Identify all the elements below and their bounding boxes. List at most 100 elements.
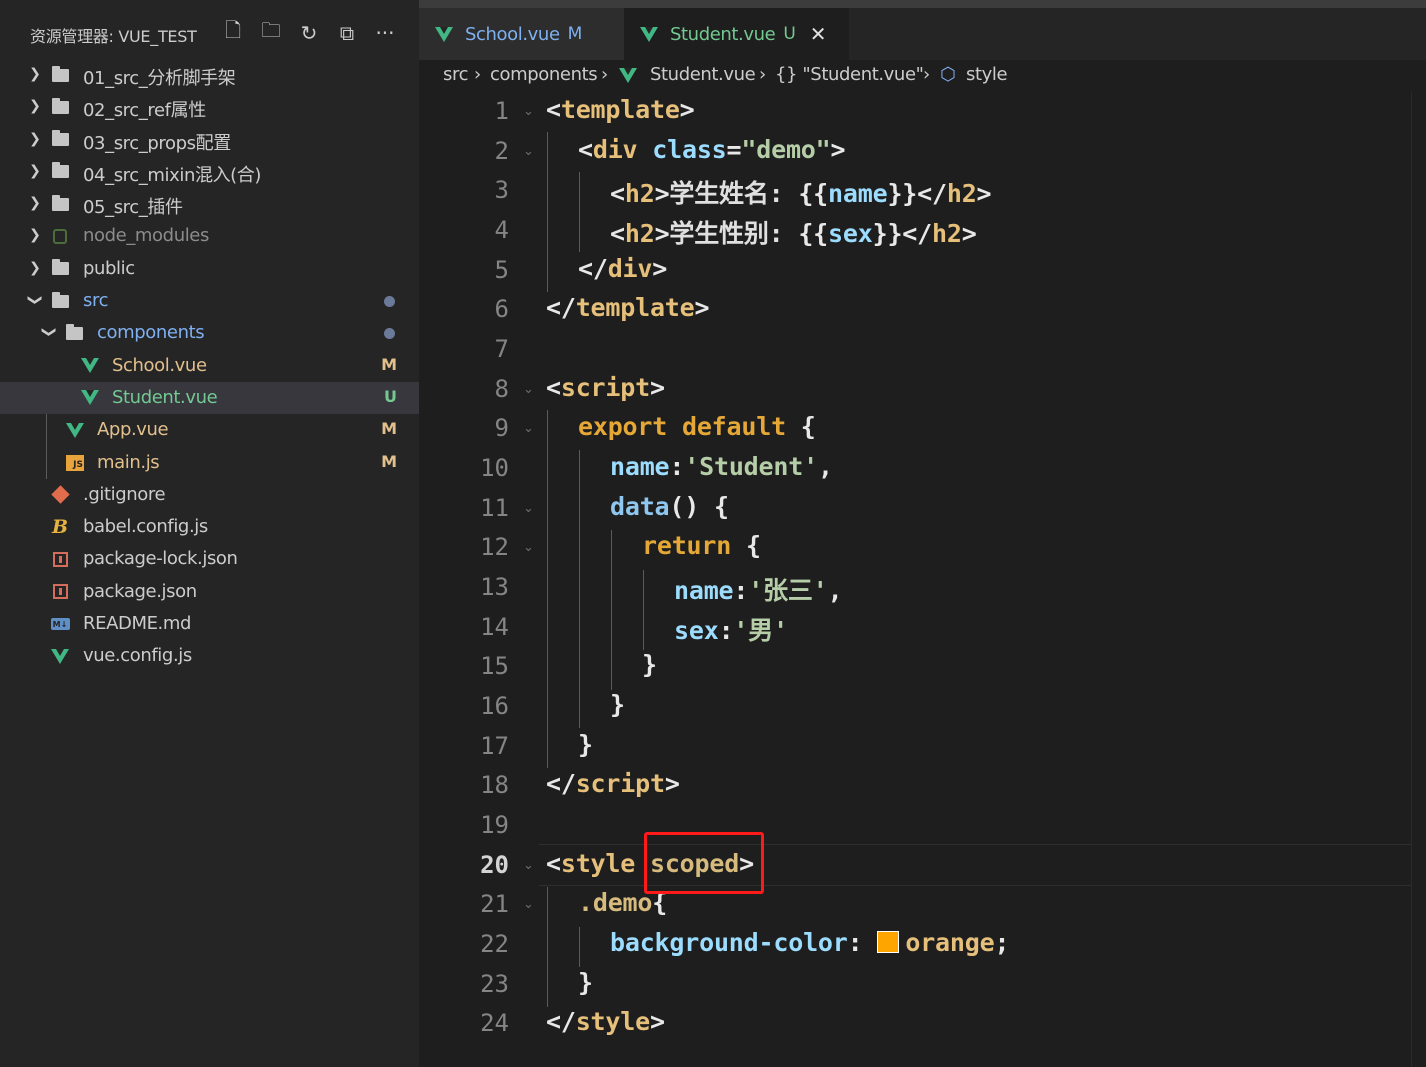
breadcrumb-style[interactable]: style [966,64,1008,85]
fold-chevron-icon[interactable]: ⌄ [523,501,534,516]
tree-item-public[interactable]: ❯ public [0,253,419,285]
code-line-16: } [610,690,625,719]
tab-student-vue[interactable]: Student.vue U ✕ [624,8,849,60]
code-token: </ [578,254,608,283]
tree-item-label: README.md [83,613,192,635]
chevron-right-icon[interactable]: ❯ [27,161,43,181]
fold-chevron-icon[interactable]: ⌄ [523,421,534,436]
code-line-18: </script> [546,769,680,798]
fold-chevron-icon[interactable]: ⌄ [523,382,534,397]
code-token: </ [546,293,576,322]
new-file-icon[interactable]: 🗋 [220,18,246,46]
refresh-icon[interactable]: ↻ [296,20,322,46]
npm-icon [50,549,70,569]
tab-label: Student.vue [670,23,776,45]
code-token: .demo [578,888,653,917]
code-token: return [642,531,732,560]
tree-item-school-vue[interactable]: School.vue M [0,350,419,382]
indent-guide [547,132,548,292]
code-token: background-color [610,928,848,957]
tree-item-main-js[interactable]: JS main.js M [0,447,419,479]
code-token: {{ [798,179,829,208]
chevron-down-icon[interactable]: ❯ [39,324,59,340]
chevron-right-icon: › [759,64,766,85]
chevron-right-icon[interactable]: ❯ [27,258,43,278]
folder-icon [50,162,70,182]
tree-item-src[interactable]: ❯ src [0,285,419,317]
code-token: 学生性别: [669,219,799,248]
tree-item-app-vue[interactable]: App.vue M [0,414,419,446]
code-editor[interactable]: 1 2 3 4 5 6 7 8 9 10 11 12 13 14 15 16 1… [419,92,1426,1067]
tree-item-label: components [97,322,205,344]
tree-item-node-modules[interactable]: ❯ node_modules [0,220,419,252]
explorer-sidebar: 资源管理器: VUE_TEST 🗋 🗀 ↻ ⧉ ··· ❯ 01_src_分析脚… [0,0,419,1067]
tab-school-vue[interactable]: School.vue M [419,8,624,60]
code-token: style [560,849,636,878]
tree-item-readme[interactable]: M↓ README.md [0,608,419,640]
code-token: , [817,452,833,481]
chevron-down-icon[interactable]: ❯ [25,292,45,308]
tree-item-03-src[interactable]: ❯ 03_src_props配置 [0,124,419,156]
editor-scrollbar[interactable] [1411,92,1426,1067]
close-icon[interactable]: ✕ [810,22,827,46]
tree-item-label: node_modules [83,225,209,247]
vue-file-icon [80,356,100,376]
new-folder-icon[interactable]: 🗀 [258,18,284,46]
line-number: 10 [480,454,509,482]
tree-item-label: 03_src_props配置 [83,132,231,154]
tree-item-label: School.vue [112,354,207,376]
line-number: 6 [494,295,509,323]
code-line-17: } [578,730,593,759]
tree-item-02-src[interactable]: ❯ 02_src_ref属性 [0,91,419,123]
code-token: name [674,576,734,605]
tree-item-babel-config[interactable]: B babel.config.js [0,511,419,543]
chevron-right-icon[interactable]: ❯ [27,96,43,116]
fold-chevron-icon[interactable]: ⌄ [523,540,534,555]
fold-chevron-icon[interactable]: ⌄ [523,144,534,159]
tree-item-package-lock[interactable]: package-lock.json [0,543,419,575]
color-swatch-icon[interactable] [877,931,900,953]
tab-badge: M [567,24,583,44]
breadcrumb-components[interactable]: components [490,64,598,85]
tree-item-01-src[interactable]: ❯ 01_src_分析脚手架 [0,59,419,91]
more-actions-icon[interactable]: ··· [372,20,398,46]
chevron-right-icon[interactable]: ❯ [27,193,43,213]
line-number: 17 [480,732,509,760]
chevron-right-icon[interactable]: ❯ [27,64,43,84]
tree-item-label: 05_src_插件 [83,197,183,219]
line-number: 2 [494,137,509,165]
tree-item-components[interactable]: ❯ components [0,317,419,349]
breadcrumb-src[interactable]: src [443,64,468,85]
code-line-3: <h2>学生姓名: {{name}}</h2> [610,174,992,210]
code-token: : [718,616,734,645]
fold-chevron-icon[interactable]: ⌄ [523,897,534,912]
tree-item-04-src[interactable]: ❯ 04_src_mixin混入(合) [0,156,419,188]
chevron-right-icon[interactable]: ❯ [27,129,43,149]
chevron-right-icon[interactable]: ❯ [27,225,43,245]
vue-file-icon [640,26,658,42]
indent-guide [643,570,644,650]
code-line-9: export default { [578,412,816,441]
tree-item-package-json[interactable]: package.json [0,576,419,608]
indent-guide [579,927,580,967]
collapse-all-icon[interactable]: ⧉ [334,20,360,46]
js-file-icon: JS [65,453,85,473]
code-line-23: } [578,968,593,997]
line-number: 3 [494,176,509,204]
fold-chevron-icon[interactable]: ⌄ [523,104,534,119]
tree-item-gitignore[interactable]: .gitignore [0,479,419,511]
tree-item-vue-config[interactable]: vue.config.js [0,640,419,672]
tree-item-student-vue[interactable]: Student.vue U [0,381,419,415]
code-token: < [578,135,593,164]
code-token: : [847,928,863,957]
code-token: } [578,730,593,759]
code-token: < [546,373,561,402]
code-token: script [560,373,650,402]
tree-item-05-src[interactable]: ❯ 05_src_插件 [0,188,419,220]
fold-chevron-icon[interactable]: ⌄ [523,858,534,873]
code-token: : [733,576,749,605]
breadcrumb-module[interactable]: {} "Student.vue" [775,64,924,85]
breadcrumb-student-vue[interactable]: Student.vue [650,64,756,85]
code-line-15: } [642,650,657,679]
code-token: > [664,769,680,798]
